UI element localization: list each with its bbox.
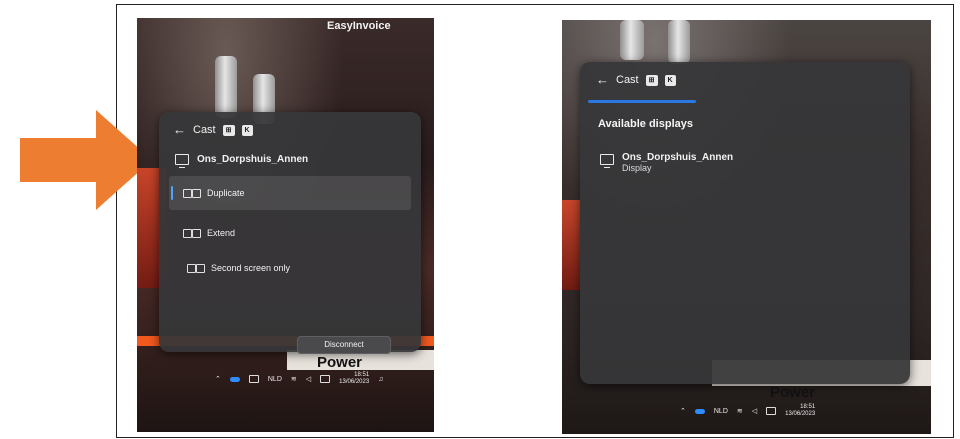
chevron-up-icon[interactable]: ⌃ xyxy=(680,407,686,415)
option-label: Duplicate xyxy=(207,188,245,198)
wifi-icon[interactable]: ≋ xyxy=(737,407,743,415)
photo-left-cast-connected: EasyInvoice ← Cast ⊞ K Ons_Dorpshuis_Ann… xyxy=(137,18,434,432)
bluetooth-icon[interactable] xyxy=(694,408,705,414)
display-name: Ons_Dorpshuis_Annen xyxy=(622,152,734,163)
language-indicator[interactable]: NLD xyxy=(714,408,728,415)
option-duplicate[interactable]: Duplicate xyxy=(169,176,411,210)
orange-arrow-pointer xyxy=(20,110,152,210)
wallpaper-red-light xyxy=(562,200,580,290)
taskbar-clock[interactable]: 18:51 13/06/2023 xyxy=(339,372,369,386)
taskbar-clock[interactable]: 18:51 13/06/2023 xyxy=(785,404,815,418)
extend-mode-icon xyxy=(183,229,201,238)
windows-key-icon: ⊞ xyxy=(645,74,658,86)
k-key: K xyxy=(664,74,676,86)
wallpaper-app-title: EasyInvoice xyxy=(327,20,391,32)
clock-time: 18:51 xyxy=(354,372,370,378)
scanning-progress-bar xyxy=(588,100,696,103)
display-type: Display xyxy=(622,163,652,173)
duplicate-mode-icon xyxy=(183,189,201,198)
monitor-icon xyxy=(175,154,189,168)
option-extend[interactable]: Extend xyxy=(183,228,235,238)
option-second-screen-only[interactable]: Second screen only xyxy=(187,263,290,273)
wallpaper-cylinder xyxy=(620,20,644,60)
selected-indicator xyxy=(171,186,173,200)
cast-header: ← Cast ⊞ K xyxy=(173,123,253,136)
cast-header: ← Cast ⊞ K xyxy=(596,73,676,86)
windows-key-icon: ⊞ xyxy=(222,124,235,136)
language-indicator[interactable]: NLD xyxy=(268,376,282,383)
clock-date: 13/06/2023 xyxy=(339,379,370,385)
second-screen-mode-icon xyxy=(187,264,205,273)
back-arrow-icon[interactable]: ← xyxy=(596,73,609,86)
display-icon[interactable] xyxy=(248,375,259,383)
back-arrow-icon[interactable]: ← xyxy=(173,123,186,136)
connected-display-row[interactable]: Ons_Dorpshuis_Annen xyxy=(175,154,309,168)
taskbar-tray-left: ⌃ NLD ≋ ◁ 18:51 13/06/2023 ♫ xyxy=(215,372,383,386)
taskbar-tray-right: ⌃ NLD ≋ ◁ 18:51 13/06/2023 xyxy=(680,404,815,418)
cast-title: Cast xyxy=(193,124,216,136)
photo-right-available-displays: ← Cast ⊞ K Available displays Ons_Dorpsh… xyxy=(562,20,931,434)
notification-icon[interactable]: ♫ xyxy=(378,376,383,383)
cast-title: Cast xyxy=(616,74,639,86)
cast-flyout-right: ← Cast ⊞ K Available displays Ons_Dorpsh… xyxy=(580,62,910,384)
monitor-icon xyxy=(600,154,614,168)
clock-time: 18:51 xyxy=(800,404,816,410)
k-key: K xyxy=(241,124,253,136)
speaker-icon[interactable]: ◁ xyxy=(752,407,757,415)
available-display-item[interactable]: Ons_Dorpshuis_Annen Display xyxy=(600,152,733,173)
wallpaper-cylinder xyxy=(215,56,237,118)
connected-display-name: Ons_Dorpshuis_Annen xyxy=(197,154,309,165)
available-displays-heading: Available displays xyxy=(598,118,693,130)
wifi-icon[interactable]: ≋ xyxy=(291,375,297,383)
battery-icon[interactable] xyxy=(320,375,331,383)
disconnect-button[interactable]: Disconnect xyxy=(297,336,391,354)
wallpaper-brand: Power xyxy=(770,384,816,401)
option-label: Extend xyxy=(207,228,236,238)
chevron-up-icon[interactable]: ⌃ xyxy=(215,375,221,383)
wallpaper-brand: Power xyxy=(317,354,363,371)
wallpaper-cylinder xyxy=(668,20,690,64)
battery-icon[interactable] xyxy=(766,407,777,415)
bluetooth-icon[interactable] xyxy=(229,376,240,382)
clock-date: 13/06/2023 xyxy=(785,411,816,417)
cast-flyout-left: ← Cast ⊞ K Ons_Dorpshuis_Annen Duplicate… xyxy=(159,112,421,354)
speaker-icon[interactable]: ◁ xyxy=(306,375,311,383)
option-label: Second screen only xyxy=(211,263,291,273)
